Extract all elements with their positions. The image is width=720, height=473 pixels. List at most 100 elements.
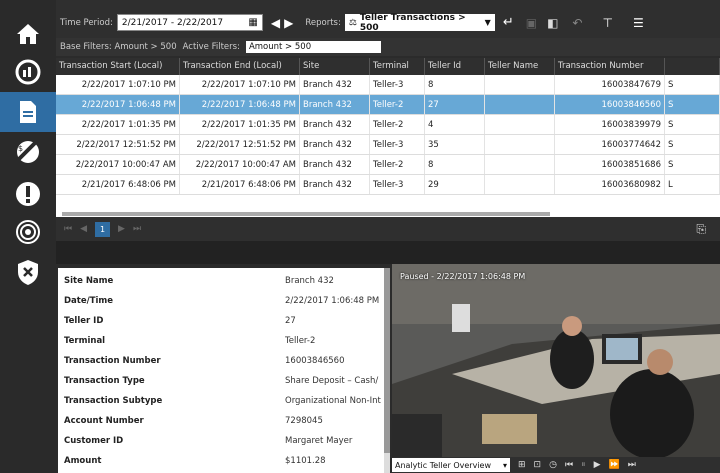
skip-forward-icon[interactable]: ⏭ — [628, 460, 636, 470]
table-row[interactable]: 2/22/2017 1:01:35 PM 2/22/2017 1:01:35 P… — [56, 115, 720, 135]
cell-start: 2/21/2017 6:48:06 PM — [56, 175, 180, 194]
base-filters-text: Base Filters: Amount > 500 — [60, 42, 177, 52]
layout-select-value: Analytic Teller Overview — [395, 460, 492, 470]
cell-next: S — [665, 155, 720, 174]
cell-site: Branch 432 — [300, 115, 370, 134]
active-filters-value[interactable]: Amount > 500 — [245, 41, 381, 53]
detail-label: Date/Time — [64, 296, 114, 306]
prev-page-icon[interactable]: ◀ — [80, 224, 87, 234]
col-transaction-end[interactable]: Transaction End (Local) — [180, 58, 300, 75]
detail-value: Margaret Mayer — [285, 436, 353, 446]
time-period-value: 2/21/2017 - 2/22/2017 — [121, 17, 224, 28]
report-type-icon: ⚖ — [348, 17, 357, 28]
cell-site: Branch 432 — [300, 135, 370, 154]
cell-transaction-number: 16003846560 — [555, 95, 665, 114]
time-period-label: Time Period: — [60, 17, 113, 28]
prev-period-arrow-icon[interactable]: ◀ — [271, 16, 280, 30]
detail-label: Site Name — [64, 276, 114, 286]
detail-value: Branch 432 — [285, 276, 334, 286]
cell-site: Branch 432 — [300, 95, 370, 114]
table-row[interactable]: 2/22/2017 12:51:52 PM 2/22/2017 12:51:52… — [56, 135, 720, 155]
video-player[interactable]: Paused - 2/22/2017 1:06:48 PM — [392, 264, 720, 457]
details-vertical-scrollbar[interactable] — [384, 268, 390, 473]
cell-teller-name — [485, 175, 555, 194]
col-site[interactable]: Site — [300, 58, 370, 75]
detail-label: Transaction Number — [64, 356, 161, 366]
col-teller-name[interactable]: Teller Name — [485, 58, 555, 75]
col-transaction-start[interactable]: Transaction Start (Local) — [56, 58, 180, 75]
grid-horizontal-scrollbar[interactable] — [62, 212, 550, 216]
report-select[interactable]: ⚖ Teller Transactions > 500 ▼ — [344, 13, 495, 33]
detail-row-customer-id: Customer ID Margaret Mayer — [64, 436, 384, 446]
cell-next: S — [665, 75, 720, 94]
play-icon[interactable]: ▶ — [594, 460, 601, 470]
detail-row-teller-id: Teller ID 27 — [64, 316, 384, 326]
transactions-grid: Transaction Start (Local) Transaction En… — [56, 58, 720, 228]
calendar-icon[interactable]: ▦ — [248, 17, 257, 28]
reports-label: Reports: — [305, 17, 341, 28]
cell-teller-id: 4 — [425, 115, 485, 134]
clock-icon[interactable]: ◷ — [549, 460, 557, 470]
alert-icon[interactable] — [0, 174, 56, 214]
list-icon[interactable]: ☰ — [633, 16, 644, 30]
toolbar: Time Period: 2/21/2017 - 2/22/2017 ▦ ◀ ▶… — [56, 0, 720, 38]
reports-icon[interactable] — [0, 92, 56, 132]
cell-next: S — [665, 135, 720, 154]
pause-icon[interactable]: ⏸ — [581, 460, 586, 470]
target-icon[interactable] — [0, 212, 56, 252]
undo-icon[interactable]: ↶ — [572, 16, 582, 30]
filter-bar: Base Filters: Amount > 500 Active Filter… — [56, 38, 720, 56]
cell-teller-name — [485, 155, 555, 174]
save-as-icon[interactable]: ◧ — [547, 16, 558, 30]
cell-start: 2/22/2017 10:00:47 AM — [56, 155, 180, 174]
time-period-field[interactable]: 2/21/2017 - 2/22/2017 ▦ — [116, 14, 263, 31]
col-transaction-number[interactable]: Transaction Number — [555, 58, 665, 75]
skip-back-icon[interactable]: ⏮ — [565, 460, 573, 470]
detail-label: Transaction Subtype — [64, 396, 163, 406]
detail-row-amount: Amount $1101.28 — [64, 456, 384, 466]
detail-value: Organizational Non-Int — [285, 396, 381, 406]
enter-icon[interactable]: ↵ — [503, 15, 514, 30]
snapshot-icon[interactable]: ⊡ — [534, 460, 542, 470]
dashboard-icon[interactable] — [0, 52, 56, 92]
last-page-icon[interactable]: ⏭ — [133, 224, 141, 234]
clear-filter-icon[interactable]: ⊤ — [602, 16, 612, 30]
cell-teller-id: 8 — [425, 75, 485, 94]
cell-transaction-number: 16003774642 — [555, 135, 665, 154]
next-page-icon[interactable]: ▶ — [118, 224, 125, 234]
col-terminal[interactable]: Terminal — [370, 58, 425, 75]
col-teller-id[interactable]: Teller Id — [425, 58, 485, 75]
first-page-icon[interactable]: ⏮ — [64, 224, 72, 234]
table-row[interactable]: 2/22/2017 1:07:10 PM 2/22/2017 1:07:10 P… — [56, 75, 720, 95]
shield-icon[interactable] — [0, 252, 56, 292]
video-controls: Analytic Teller Overview ▾ ⊞ ⊡ ◷ ⏮ ⏸ ▶ ⏩… — [392, 457, 720, 473]
detail-value: Share Deposit – Cash/ — [285, 376, 379, 386]
transactions-icon[interactable]: $ — [0, 132, 56, 172]
layout-select[interactable]: Analytic Teller Overview ▾ — [392, 458, 510, 472]
detail-label: Customer ID — [64, 436, 124, 446]
detail-label: Amount — [64, 456, 102, 466]
home-icon[interactable] — [0, 14, 56, 54]
detail-row-terminal: Terminal Teller-2 — [64, 336, 384, 346]
next-period-arrow-icon[interactable]: ▶ — [284, 16, 293, 30]
table-row[interactable]: 2/21/2017 6:48:06 PM 2/21/2017 6:48:06 P… — [56, 175, 720, 195]
cell-end: 2/22/2017 10:00:47 AM — [180, 155, 300, 174]
col-next[interactable] — [665, 58, 720, 75]
camera-layout-icon[interactable]: ⊞ — [518, 460, 526, 470]
cell-end: 2/22/2017 1:01:35 PM — [180, 115, 300, 134]
save-icon[interactable]: ▣ — [526, 16, 537, 30]
cell-terminal: Teller-2 — [370, 95, 425, 114]
detail-label: Account Number — [64, 416, 144, 426]
table-row[interactable]: 2/22/2017 10:00:47 AM 2/22/2017 10:00:47… — [56, 155, 720, 175]
cell-site: Branch 432 — [300, 75, 370, 94]
cell-transaction-number: 16003847679 — [555, 75, 665, 94]
export-icon[interactable]: ⎘ — [696, 222, 706, 237]
detail-label: Transaction Type — [64, 376, 145, 386]
active-filters-label: Active Filters: — [182, 42, 240, 52]
panel-divider — [56, 241, 720, 264]
cell-end: 2/22/2017 1:06:48 PM — [180, 95, 300, 114]
fast-forward-icon[interactable]: ⏩ — [609, 460, 620, 470]
table-row-selected[interactable]: 2/22/2017 1:06:48 PM 2/22/2017 1:06:48 P… — [56, 95, 720, 115]
video-status-text: Paused - 2/22/2017 1:06:48 PM — [400, 272, 526, 281]
page-number-button[interactable]: 1 — [95, 221, 111, 237]
